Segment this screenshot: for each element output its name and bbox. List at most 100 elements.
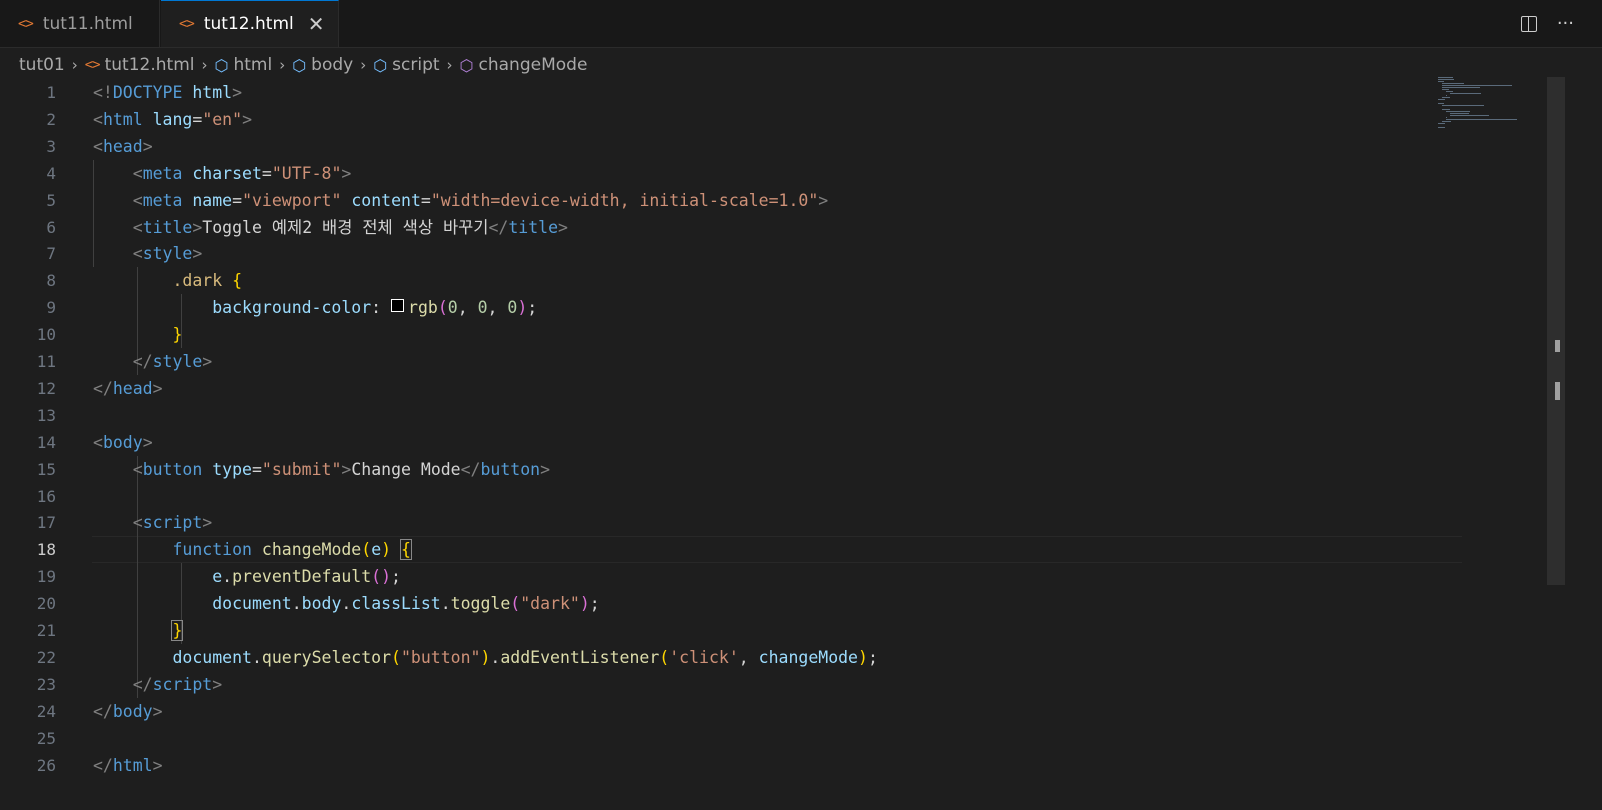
code-line[interactable]: 12 </head>: [0, 375, 1465, 402]
code-token: (: [361, 540, 372, 560]
code-token: }: [171, 620, 184, 641]
code-text: background-color: rgb(0, 0, 0);: [93, 294, 537, 321]
code-line[interactable]: 3 <head>: [0, 133, 1465, 160]
minimap-line: [1450, 93, 1481, 94]
code-text: </style>: [93, 348, 212, 375]
code-line[interactable]: 11 </style>: [0, 348, 1465, 375]
minimap-line: [1442, 83, 1464, 84]
code-line[interactable]: 7 <style>: [0, 240, 1465, 268]
code-line[interactable]: 24 </body>: [0, 698, 1465, 725]
code-line[interactable]: 23 </script>: [0, 670, 1465, 698]
code-token: title: [142, 217, 193, 237]
code-token: background-color: [212, 298, 372, 318]
code-token: changeMode: [758, 647, 858, 667]
breadcrumb-item-function[interactable]: changeMode: [479, 55, 588, 75]
minimap-line: [1442, 105, 1484, 106]
color-swatch[interactable]: [391, 299, 405, 313]
code-line[interactable]: 2 <html lang="en">: [0, 106, 1465, 133]
code-token: <: [93, 136, 103, 156]
code-token: (: [510, 594, 521, 614]
code-editor[interactable]: 1 <!DOCTYPE html> 2 <html lang="en"> 3 <head>…: [0, 79, 1465, 810]
editor-actions: ···: [1520, 0, 1574, 47]
line-number: 26: [36, 755, 56, 775]
code-line[interactable]: 18 function changeMode(e) {: [0, 536, 1465, 564]
breadcrumb-item-body[interactable]: body: [311, 55, 353, 75]
minimap-line: [1446, 91, 1453, 92]
minimap-line: [1442, 87, 1480, 88]
code-line[interactable]: 9 background-color: rgb(0, 0, 0);: [0, 294, 1465, 322]
breadcrumb-item-html[interactable]: html: [233, 55, 272, 75]
scrollbar-marker: [1555, 382, 1560, 400]
code-token: meta: [142, 163, 183, 183]
minimap-line: [1438, 99, 1445, 100]
code-line[interactable]: 4 <meta charset="UTF-8">: [0, 159, 1465, 187]
line-number: 2: [46, 109, 56, 129]
line-number: 17: [36, 513, 56, 533]
minimap-line: [1442, 97, 1450, 98]
line-number: 25: [36, 728, 56, 748]
more-actions-icon[interactable]: ···: [1557, 13, 1574, 34]
code-token: preventDefault: [232, 567, 372, 587]
minimap-line: [1442, 109, 1450, 110]
code-line[interactable]: 21 }: [0, 617, 1465, 644]
code-token: 0: [447, 298, 458, 318]
code-text: <button type="submit">Change Mode</butto…: [93, 456, 550, 483]
code-line[interactable]: 17 <script>: [0, 509, 1465, 537]
code-line[interactable]: 1 <!DOCTYPE html>: [0, 79, 1465, 106]
code-line[interactable]: 10 }: [0, 321, 1465, 349]
close-icon[interactable]: ✕: [308, 12, 325, 36]
code-text: document.querySelector("button").addEven…: [93, 644, 877, 671]
code-token: .: [440, 594, 451, 614]
code-line[interactable]: 20 document.body.classList.toggle("dark"…: [0, 590, 1465, 618]
code-line[interactable]: 22 document.querySelector("button").addE…: [0, 643, 1465, 671]
code-line[interactable]: 19 e.preventDefault();: [0, 563, 1465, 591]
tab-tut12[interactable]: <> tut12.html ✕: [161, 0, 339, 47]
code-token: 0: [507, 298, 518, 318]
code-token: <: [132, 190, 143, 210]
split-editor-icon[interactable]: [1520, 15, 1537, 32]
code-token: rgb: [408, 298, 438, 318]
code-token: >: [152, 755, 163, 775]
minimap[interactable]: [1438, 77, 1528, 137]
code-token: </: [132, 352, 153, 371]
code-line[interactable]: 15 <button type="submit">Change Mode</bu…: [0, 455, 1465, 483]
element-icon: ⬡: [292, 55, 307, 75]
code-token: >: [540, 459, 551, 479]
code-token: (: [437, 298, 448, 318]
code-token: 0: [477, 298, 488, 318]
code-token: (: [659, 647, 670, 667]
code-text: }: [93, 617, 184, 644]
code-line[interactable]: 16: [0, 482, 1465, 510]
minimap-line: [1438, 127, 1445, 128]
code-line[interactable]: 25: [0, 725, 1465, 752]
tab-tut11[interactable]: <> tut11.html: [0, 0, 160, 47]
code-token: DOCTYPE: [112, 83, 183, 102]
line-number: 6: [46, 217, 56, 237]
code-token: >: [152, 378, 163, 398]
code-token: ): [517, 298, 528, 318]
code-line[interactable]: 26 </html>: [0, 752, 1465, 779]
minimap-line: [1450, 115, 1489, 116]
code-line[interactable]: 6 <title>Toggle 예제2 배경 전체 색상 바꾸기</title>: [0, 213, 1465, 241]
code-line[interactable]: 13: [0, 402, 1465, 429]
code-line[interactable]: 14 <body>: [0, 429, 1465, 456]
code-line[interactable]: 5 <meta name="viewport" content="width=d…: [0, 186, 1465, 214]
code-token: button: [142, 459, 203, 479]
code-line[interactable]: 8 .dark {: [0, 267, 1465, 295]
breadcrumb-item-file[interactable]: tut12.html: [105, 55, 195, 75]
vertical-scrollbar[interactable]: [1547, 77, 1565, 585]
breadcrumb-item-folder[interactable]: tut01: [19, 55, 65, 75]
element-icon: ⬡: [373, 55, 388, 75]
code-token: =: [251, 459, 262, 479]
line-number: 21: [36, 621, 56, 640]
minimap-line: [1442, 85, 1512, 86]
breadcrumb-item-script[interactable]: script: [392, 55, 439, 75]
code-text: function changeMode(e) {: [93, 536, 412, 563]
code-token: .: [490, 647, 501, 667]
html-file-icon: <>: [179, 16, 195, 32]
